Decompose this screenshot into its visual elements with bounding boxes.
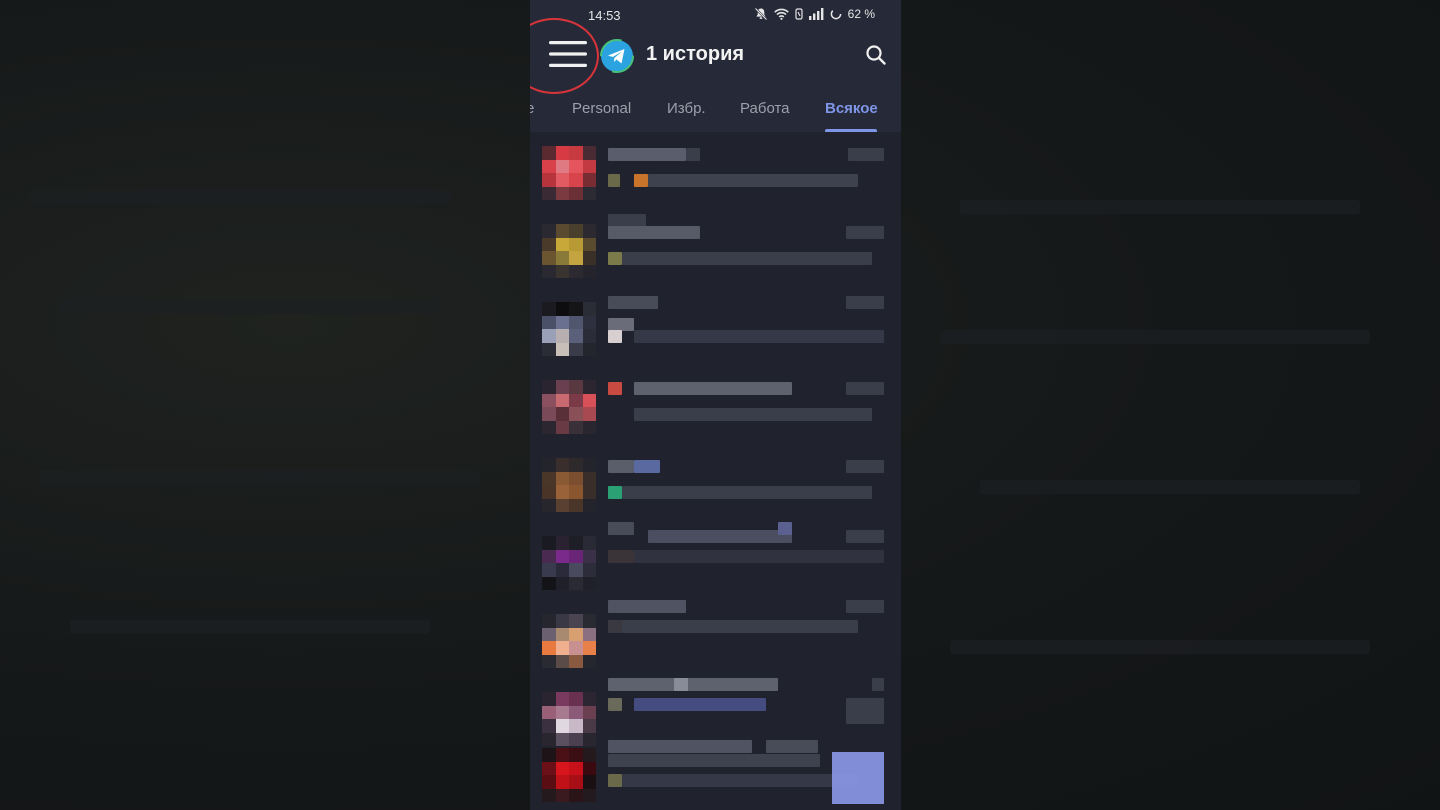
chat-row[interactable]	[530, 210, 901, 288]
chat-list	[530, 132, 901, 810]
chat-name-redacted	[608, 296, 658, 309]
chat-name-redacted	[634, 382, 792, 395]
chat-preview-redacted	[634, 550, 884, 563]
chat-time-redacted	[846, 296, 884, 309]
chat-name-redacted	[608, 600, 686, 613]
chat-avatar	[542, 380, 596, 434]
chat-preview-redacted	[634, 698, 766, 711]
chat-avatar	[542, 748, 596, 802]
status-time: 14:53	[588, 8, 621, 23]
chat-time-redacted	[846, 460, 884, 473]
app-bar: 14:53 62 % 1 история е Personal Избр. Ра…	[530, 0, 901, 132]
chat-preview-redacted	[622, 620, 858, 633]
chat-preview-redacted	[622, 252, 872, 265]
chat-time-redacted	[846, 382, 884, 395]
chat-row[interactable]	[530, 444, 901, 522]
chat-time-redacted	[846, 530, 884, 543]
wifi-icon	[773, 8, 789, 20]
chat-preview-redacted	[622, 486, 872, 499]
chat-avatar	[542, 146, 596, 200]
chat-avatar	[542, 536, 596, 590]
folder-tabs: е Personal Избр. Работа Всякое	[530, 96, 901, 132]
chat-name-redacted	[648, 530, 792, 543]
chat-row[interactable]	[530, 600, 901, 678]
chat-avatar	[542, 224, 596, 278]
compose-button[interactable]	[832, 752, 884, 804]
telegram-logo-icon	[600, 39, 634, 73]
chat-row[interactable]	[530, 366, 901, 444]
tab-partial[interactable]: е	[530, 100, 534, 117]
chat-time-redacted	[846, 226, 884, 239]
chat-preview-redacted	[648, 174, 858, 187]
chat-avatar	[542, 614, 596, 668]
chat-row[interactable]	[530, 132, 901, 210]
tab-work[interactable]: Работа	[740, 100, 790, 117]
unread-badge-redacted	[846, 698, 884, 724]
status-icons: 62 %	[754, 7, 875, 21]
chat-row[interactable]	[530, 522, 901, 600]
chat-name-redacted	[608, 148, 686, 161]
battery-ring-icon	[830, 8, 841, 20]
tab-personal[interactable]: Personal	[572, 100, 631, 117]
chat-preview-redacted	[634, 408, 872, 421]
chat-avatar	[542, 302, 596, 356]
page-title: 1 история	[646, 43, 745, 65]
chat-time-redacted	[872, 678, 884, 691]
signal-icon	[808, 8, 824, 20]
chat-time-redacted	[848, 148, 884, 161]
chat-time-redacted	[846, 600, 884, 613]
hamburger-icon	[549, 41, 587, 67]
search-icon[interactable]	[863, 42, 889, 68]
mute-bell-icon	[754, 7, 767, 21]
menu-button[interactable]	[540, 26, 596, 82]
tab-misc[interactable]: Всякое	[825, 100, 878, 117]
tab-favorites[interactable]: Избр.	[667, 100, 706, 117]
chat-row[interactable]	[530, 288, 901, 366]
phone-screen: 14:53 62 % 1 история е Personal Избр. Ра…	[530, 0, 901, 810]
chat-name-redacted	[608, 678, 778, 691]
chat-name-redacted	[608, 460, 634, 473]
battery-percent: 62 %	[847, 7, 875, 21]
nfc-icon	[795, 8, 803, 20]
chat-name-redacted	[608, 226, 700, 239]
chat-preview-redacted	[608, 754, 820, 767]
chat-name-redacted	[608, 740, 752, 753]
chat-avatar	[542, 458, 596, 512]
chat-preview-redacted	[634, 330, 884, 343]
